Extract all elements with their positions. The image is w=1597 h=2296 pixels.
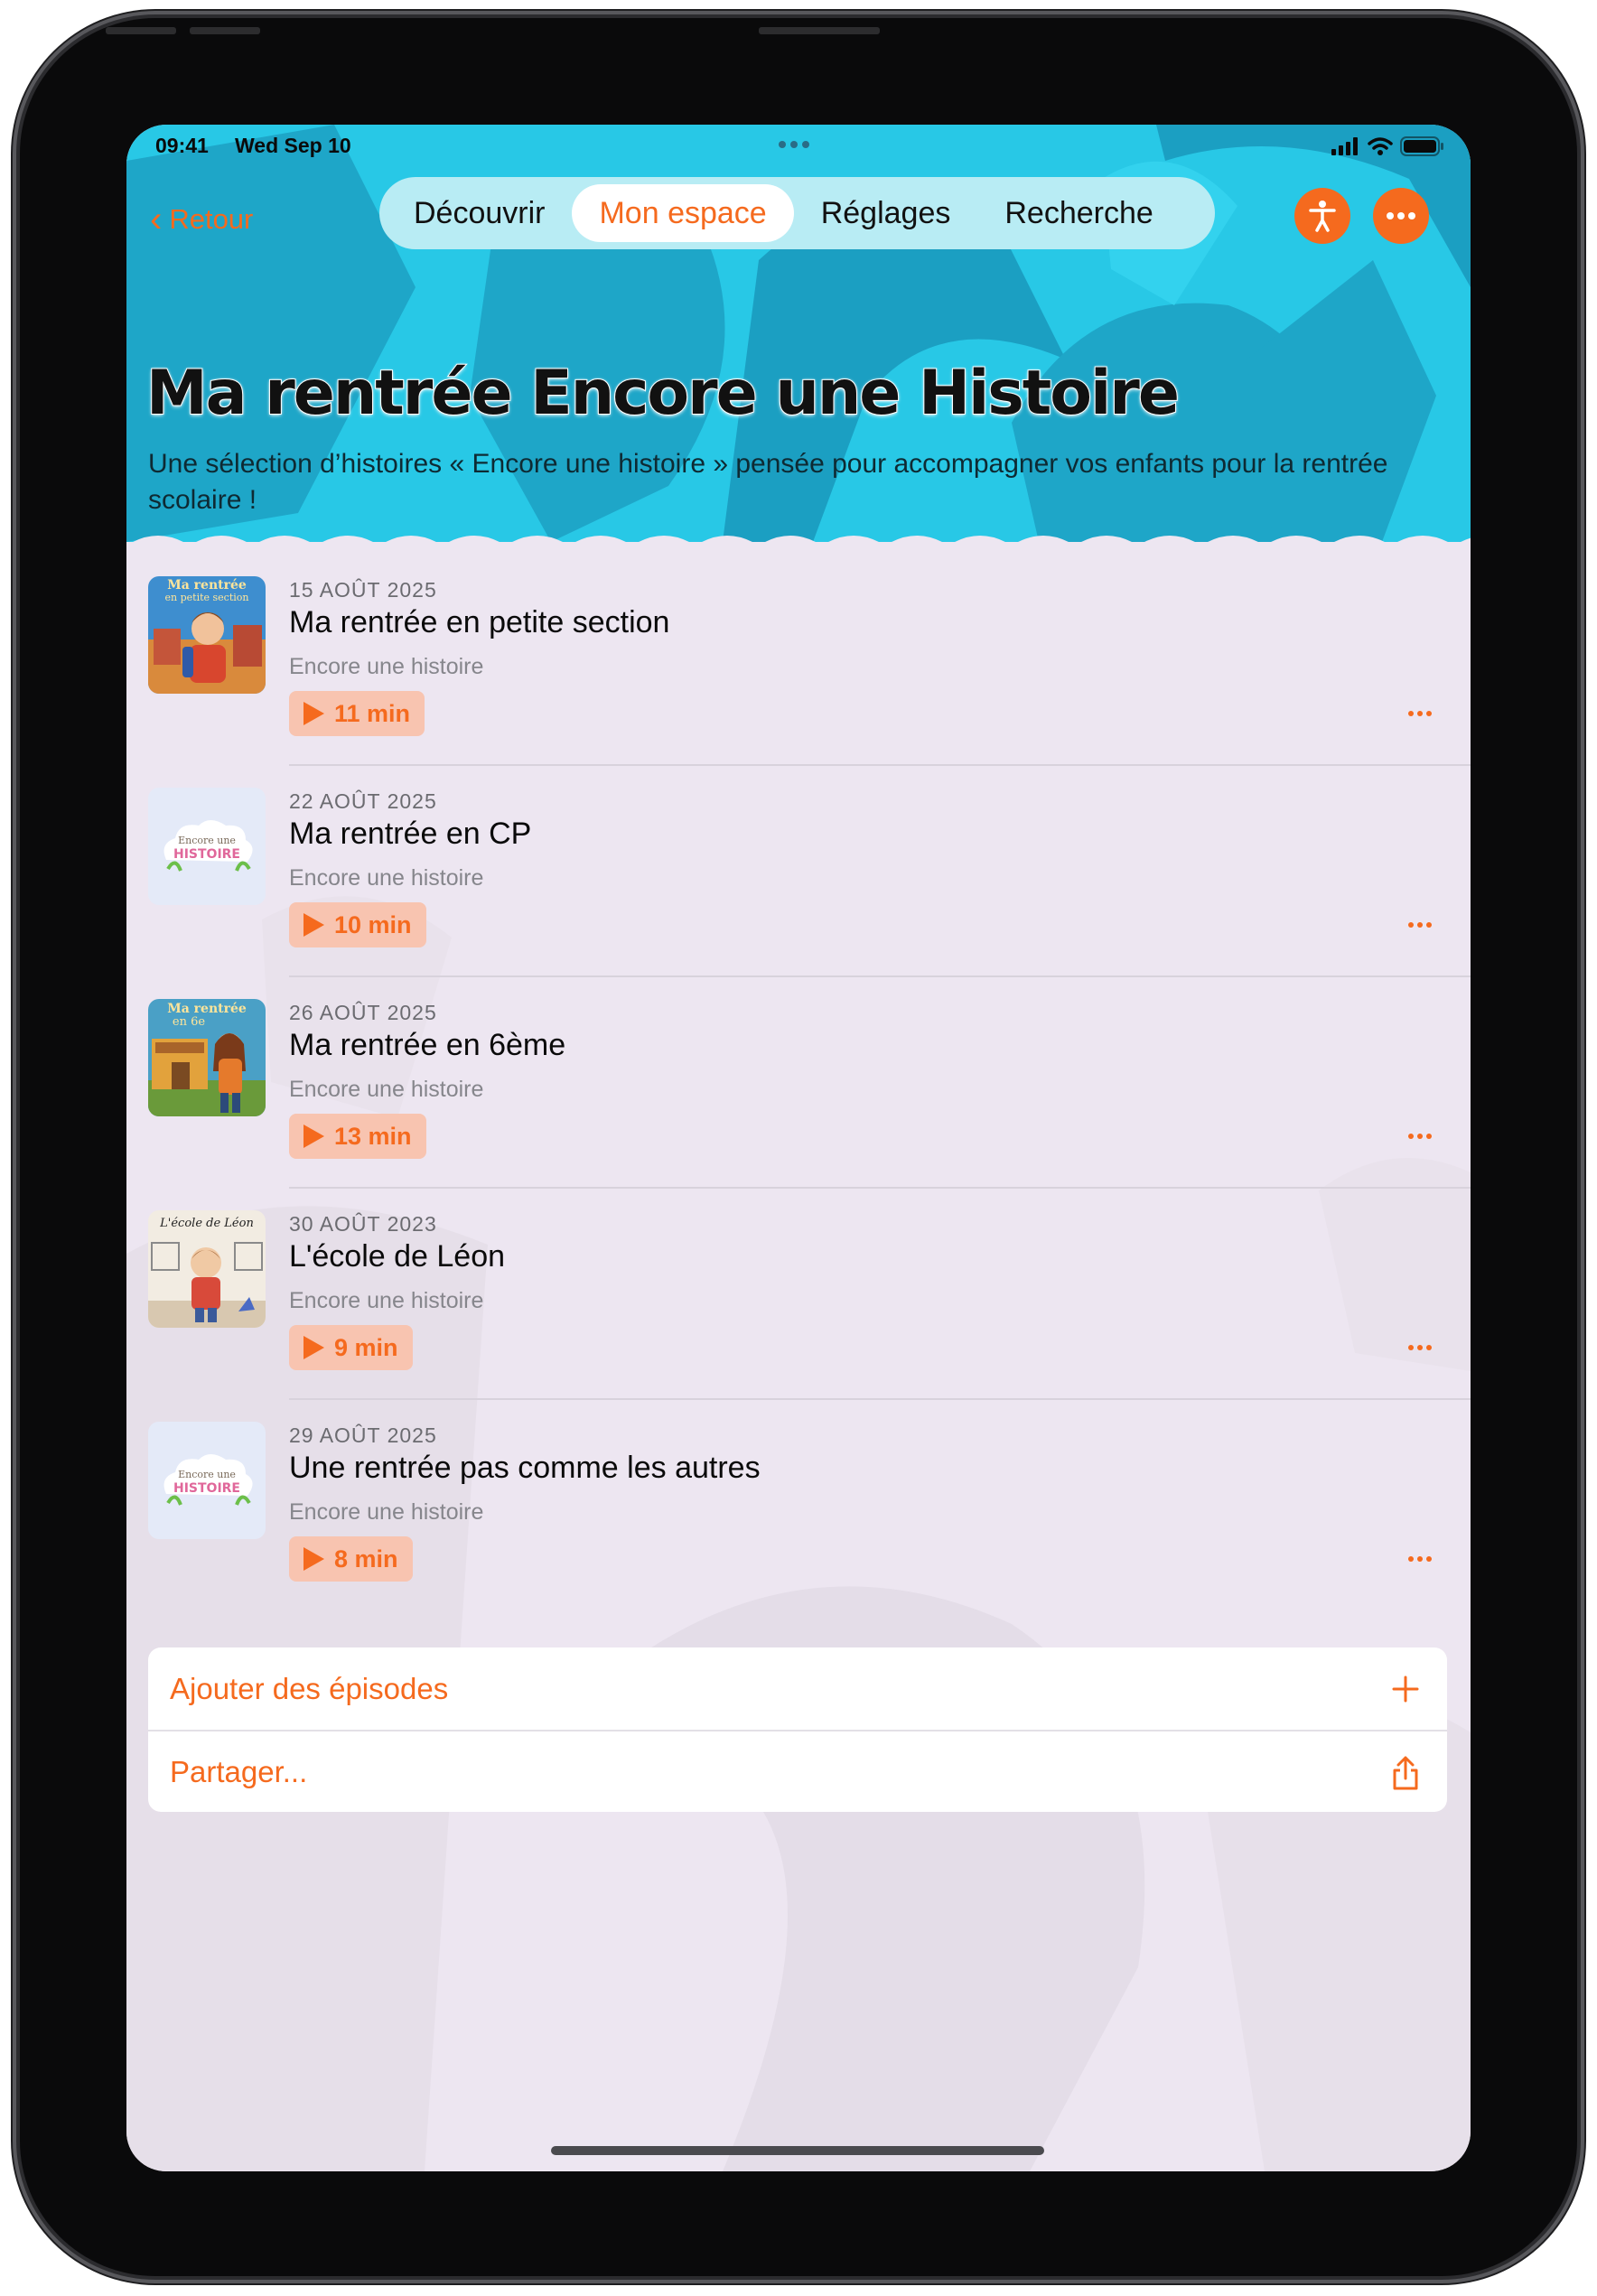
episode-title: L'école de Léon (289, 1239, 506, 1274)
header-wave-edge (133, 536, 1471, 542)
signal-icon (1331, 137, 1358, 155)
episode-artwork: Ma rentrée en petite section (148, 576, 266, 694)
play-button[interactable]: 11 min (289, 691, 425, 736)
add-episodes-button[interactable]: Ajouter des épisodes (148, 1647, 1447, 1730)
screen: 09:41 Wed Sep 10 ‹ Retour Découvrir Mon … (126, 125, 1471, 2171)
episode-title: Ma rentrée en CP (289, 817, 532, 851)
episode-duration: 13 min (334, 1122, 412, 1150)
play-icon (304, 1336, 324, 1359)
svg-text:Encore une: Encore une (178, 1469, 236, 1480)
episode-title: Une rentrée pas comme les autres (289, 1451, 761, 1485)
episode-duration: 9 min (334, 1333, 398, 1361)
episode-date: 22 AOÛT 2025 (289, 789, 437, 813)
episode-duration: 8 min (334, 1545, 398, 1573)
more-options-button[interactable] (1373, 188, 1429, 244)
episode-artwork: L'école de Léon (148, 1210, 266, 1328)
episode-show: Encore une histoire (289, 1499, 484, 1525)
play-button[interactable]: 9 min (289, 1325, 413, 1370)
device-button (759, 27, 880, 34)
play-icon (304, 702, 324, 725)
wifi-icon (1368, 137, 1393, 155)
status-icons (1331, 135, 1445, 157)
episode-more-button[interactable] (1402, 697, 1438, 730)
svg-text:en petite section: en petite section (165, 592, 249, 603)
episode-date: 29 AOÛT 2025 (289, 1423, 437, 1447)
episode-more-button[interactable] (1402, 1120, 1438, 1153)
home-indicator[interactable] (551, 2146, 1044, 2155)
episode-row[interactable]: Ma rentrée en petite section 15 AOÛT 202… (126, 555, 1471, 766)
tab-decouvrir[interactable]: Découvrir (387, 184, 572, 242)
episode-row[interactable]: Encore une HISTOIRE 22 AOÛT 2025 Ma rent… (126, 766, 1471, 977)
play-button[interactable]: 13 min (289, 1114, 426, 1159)
multitasking-dots[interactable] (779, 141, 809, 148)
episode-show: Encore une histoire (289, 865, 484, 891)
share-label: Partager... (170, 1754, 308, 1788)
share-button[interactable]: Partager... (148, 1730, 1447, 1812)
accessibility-button[interactable] (1294, 188, 1350, 244)
svg-text:HISTOIRE: HISTOIRE (173, 847, 240, 862)
episode-row[interactable]: L'école de Léon 30 AOÛT 2023 L'école de … (126, 1189, 1471, 1400)
episode-show: Encore une histoire (289, 1288, 484, 1313)
svg-text:Ma rentrée: Ma rentrée (167, 1002, 247, 1016)
episode-more-button[interactable] (1402, 1331, 1438, 1364)
episode-date: 15 AOÛT 2025 (289, 578, 437, 602)
status-time: 09:41 (155, 134, 209, 157)
episode-date: 30 AOÛT 2023 (289, 1212, 437, 1236)
episode-show: Encore une histoire (289, 1077, 484, 1102)
plus-icon (1387, 1669, 1424, 1709)
header: 09:41 Wed Sep 10 ‹ Retour Découvrir Mon … (126, 125, 1471, 542)
episode-more-button[interactable] (1402, 1543, 1438, 1575)
accessibility-icon (1309, 201, 1336, 232)
episode-artwork: Ma rentrée en 6e (148, 999, 266, 1116)
play-button[interactable]: 10 min (289, 902, 426, 947)
share-icon (1387, 1753, 1424, 1793)
battery-icon (1400, 136, 1443, 156)
play-icon (304, 1547, 324, 1571)
episode-more-button[interactable] (1402, 909, 1438, 941)
tab-reglages[interactable]: Réglages (794, 184, 978, 242)
play-button[interactable]: 8 min (289, 1536, 413, 1582)
play-icon (304, 1125, 324, 1148)
svg-text:en 6e: en 6e (173, 1015, 205, 1029)
episode-row[interactable]: Ma rentrée en 6e 26 AOÛT 2025 Ma rentrée… (126, 977, 1471, 1189)
actions-card: Ajouter des épisodes Partager... (148, 1647, 1447, 1812)
episode-title: Ma rentrée en petite section (289, 605, 670, 639)
episode-list: Ma rentrée en petite section 15 AOÛT 202… (126, 555, 1471, 1611)
page-title: Ma rentrée Encore une Histoire (145, 357, 1181, 430)
tab-mon-espace[interactable]: Mon espace (572, 184, 794, 242)
device-button (106, 27, 176, 34)
add-episodes-label: Ajouter des épisodes (170, 1671, 449, 1705)
page-description: Une sélection d’histoires « Encore une h… (148, 449, 1388, 515)
svg-text:L'école de Léon: L'école de Léon (159, 1217, 254, 1230)
svg-text:Ma rentrée: Ma rentrée (167, 578, 247, 593)
episode-duration: 10 min (334, 910, 412, 938)
svg-text:Encore une: Encore une (178, 835, 236, 846)
tab-bar: Découvrir Mon espace Réglages Recherche (379, 177, 1215, 249)
episode-show: Encore une histoire (289, 654, 484, 679)
episode-date: 26 AOÛT 2025 (289, 1001, 437, 1024)
episode-row[interactable]: Encore une HISTOIRE 29 AOÛT 2025 Une ren… (126, 1400, 1471, 1611)
back-label: Retour (169, 203, 254, 235)
episode-duration: 11 min (334, 699, 411, 727)
play-icon (304, 913, 324, 937)
device-button (190, 27, 260, 34)
ellipsis-icon (1387, 212, 1415, 219)
status-date: Wed Sep 10 (235, 134, 351, 157)
chevron-left-icon: ‹ (150, 200, 163, 239)
status-bar: 09:41 Wed Sep 10 (126, 125, 1471, 170)
back-button[interactable]: ‹ Retour (150, 192, 253, 247)
tab-recherche[interactable]: Recherche (977, 184, 1180, 242)
svg-text:HISTOIRE: HISTOIRE (173, 1481, 240, 1496)
episode-title: Ma rentrée en 6ème (289, 1028, 566, 1062)
episode-artwork: Encore une HISTOIRE (148, 1422, 266, 1539)
episode-artwork: Encore une HISTOIRE (148, 788, 266, 905)
